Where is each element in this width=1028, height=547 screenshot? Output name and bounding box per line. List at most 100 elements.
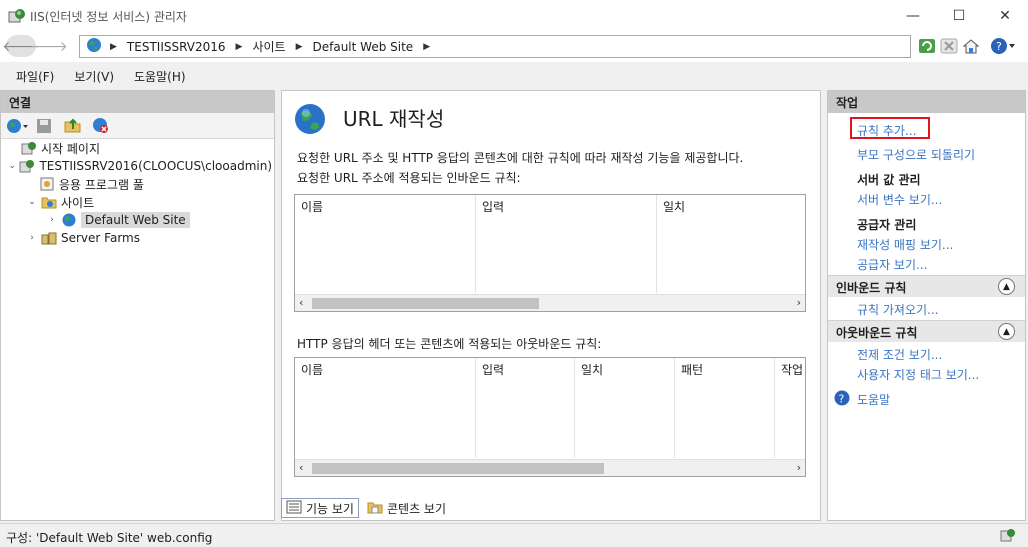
menu-help[interactable]: 도움말(H) (134, 68, 186, 85)
column-divider (475, 195, 476, 293)
connections-tree: 시작 페이지 ⌄ TESTIISSRV2016(CLOOCUS\clooadmi… (7, 139, 272, 247)
column-header-input[interactable]: 입력 (476, 195, 657, 215)
up-folder-icon[interactable] (64, 117, 82, 137)
breadcrumb-arrow-icon: ▶ (235, 41, 243, 52)
column-header-match[interactable]: 일치 (575, 358, 675, 378)
column-divider (674, 358, 675, 458)
save-icon[interactable] (36, 118, 52, 137)
sites-folder-icon (41, 195, 57, 209)
column-header-name[interactable]: 이름 (295, 195, 476, 215)
connect-globe-icon[interactable] (6, 118, 30, 137)
server-vars-title: 서버 값 관리 (857, 173, 921, 187)
tree-label: 응용 프로그램 풀 (59, 177, 144, 192)
forward-button[interactable]: 🡒 (30, 35, 68, 57)
import-rules-link[interactable]: 규칙 가져오기... (857, 301, 939, 318)
tab-content-view[interactable]: 콘텐츠 보기 (363, 498, 450, 518)
tree-server[interactable]: ⌄ TESTIISSRV2016(CLOOCUS\clooadmin) (7, 157, 272, 175)
tab-label: 콘텐츠 보기 (386, 501, 446, 516)
feature-panel: URL 재작성 요청한 URL 주소 및 HTTP 응답의 콘텐츠에 대한 규칙… (281, 90, 821, 521)
breadcrumb-arrow-icon: ▶ (295, 41, 303, 52)
features-view-icon (286, 500, 302, 517)
menu-bar: 파일(F) 보기(V) 도움말(H) (0, 62, 1028, 90)
scroll-left-icon[interactable]: ‹ (299, 296, 303, 309)
close-button[interactable]: ✕ (982, 0, 1028, 31)
stop-button[interactable] (939, 36, 959, 56)
forward-arrow-icon: 🡒 (30, 38, 68, 55)
menu-view[interactable]: 보기(V) (74, 68, 114, 85)
providers-title: 공급자 관리 (857, 218, 917, 232)
outbound-caption: HTTP 응답의 헤더 또는 콘텐츠에 적용되는 아웃바운드 규칙: (297, 337, 602, 351)
horizontal-scrollbar[interactable]: ‹ › (295, 294, 805, 311)
outbound-rules-section[interactable]: 아웃바운드 규칙 ▲ (828, 320, 1025, 342)
column-header-match[interactable]: 일치 (657, 195, 805, 215)
svg-text:?: ? (839, 393, 845, 406)
scroll-right-icon[interactable]: › (797, 461, 801, 474)
grid-header: 이름 입력 일치 패턴 작업 (295, 358, 805, 378)
tree-start-page[interactable]: 시작 페이지 (7, 139, 272, 157)
refresh-button[interactable] (917, 36, 937, 56)
page-title: URL 재작성 (343, 107, 445, 131)
view-server-vars-link[interactable]: 서버 변수 보기... (857, 191, 942, 208)
view-custom-tags-link[interactable]: 사용자 지정 태그 보기... (857, 366, 979, 383)
inbound-rules-grid[interactable]: 이름 입력 일치 ‹ › (294, 194, 806, 312)
start-page-icon (21, 141, 37, 155)
breadcrumb-sites[interactable]: 사이트 (252, 38, 285, 55)
tree-sites[interactable]: ⌄ 사이트 (7, 193, 272, 211)
scroll-left-icon[interactable]: ‹ (299, 461, 303, 474)
refresh-icon (919, 39, 935, 53)
column-header-name[interactable]: 이름 (295, 358, 476, 378)
menu-file[interactable]: 파일(F) (16, 68, 54, 85)
feature-description: 요청한 URL 주소 및 HTTP 응답의 콘텐츠에 대한 규칙에 따라 재작성… (297, 151, 744, 165)
address-bar[interactable]: ▶ TESTIISSRV2016 ▶ 사이트 ▶ Default Web Sit… (79, 35, 911, 58)
globe-icon (86, 37, 102, 56)
view-tabs: 기능 보기 콘텐츠 보기 (281, 497, 454, 519)
collapse-chevron-icon[interactable]: ⌄ (7, 161, 17, 171)
app-pools-icon (39, 177, 55, 191)
view-preconditions-link[interactable]: 전제 조건 보기... (857, 346, 942, 363)
tree-server-farms[interactable]: › Server Farms (7, 229, 272, 247)
view-rewrite-maps-link[interactable]: 재작성 매핑 보기... (857, 236, 953, 253)
grid-header: 이름 입력 일치 (295, 195, 805, 215)
minimize-button[interactable]: — (890, 0, 936, 31)
server-status-icon (1000, 527, 1016, 546)
collapse-icon[interactable]: ▲ (998, 323, 1015, 340)
help-icon: ? (834, 390, 850, 409)
help-link[interactable]: 도움말 (857, 391, 890, 408)
column-divider (574, 358, 575, 458)
column-header-input[interactable]: 입력 (476, 358, 575, 378)
tab-label: 기능 보기 (306, 501, 354, 516)
column-header-pattern[interactable]: 패턴 (675, 358, 775, 378)
breadcrumb-server[interactable]: TESTIISSRV2016 (127, 40, 226, 54)
column-divider (656, 195, 657, 293)
tree-default-web-site[interactable]: › Default Web Site (7, 211, 272, 229)
scroll-thumb[interactable] (312, 463, 604, 474)
tab-features-view[interactable]: 기능 보기 (281, 498, 359, 518)
revert-to-parent-link[interactable]: 부모 구성으로 되돌리기 (857, 146, 975, 163)
iis-app-icon (8, 8, 26, 24)
outbound-rules-grid[interactable]: 이름 입력 일치 패턴 작업 ‹ › (294, 357, 806, 477)
horizontal-scrollbar[interactable]: ‹ › (295, 459, 805, 476)
tree-label: TESTIISSRV2016(CLOOCUS\clooadmin) (39, 159, 272, 173)
server-icon (19, 159, 35, 173)
collapse-chevron-icon[interactable]: ⌄ (25, 197, 39, 207)
maximize-button[interactable]: ☐ (936, 0, 982, 31)
column-header-action[interactable]: 작업 (775, 358, 805, 378)
help-dropdown-button[interactable]: ? (990, 36, 1016, 56)
actions-header: 작업 (828, 91, 1025, 113)
stop-icon (940, 38, 958, 54)
scroll-thumb[interactable] (312, 298, 539, 309)
view-providers-link[interactable]: 공급자 보기... (857, 256, 927, 273)
breadcrumb-arrow-icon: ▶ (423, 41, 431, 52)
disconnect-icon[interactable] (92, 117, 110, 137)
tree-app-pools[interactable]: 응용 프로그램 풀 (7, 175, 272, 193)
collapse-icon[interactable]: ▲ (998, 278, 1015, 295)
scroll-right-icon[interactable]: › (797, 296, 801, 309)
expand-chevron-icon[interactable]: › (25, 233, 39, 243)
status-text: 구성: 'Default Web Site' web.config (6, 531, 213, 545)
expand-chevron-icon[interactable]: › (45, 215, 59, 225)
connections-toolbar (1, 113, 274, 139)
home-button[interactable] (961, 36, 981, 56)
connections-header: 연결 (1, 91, 274, 113)
inbound-rules-section[interactable]: 인바운드 규칙 ▲ (828, 275, 1025, 297)
breadcrumb-site[interactable]: Default Web Site (313, 40, 414, 54)
